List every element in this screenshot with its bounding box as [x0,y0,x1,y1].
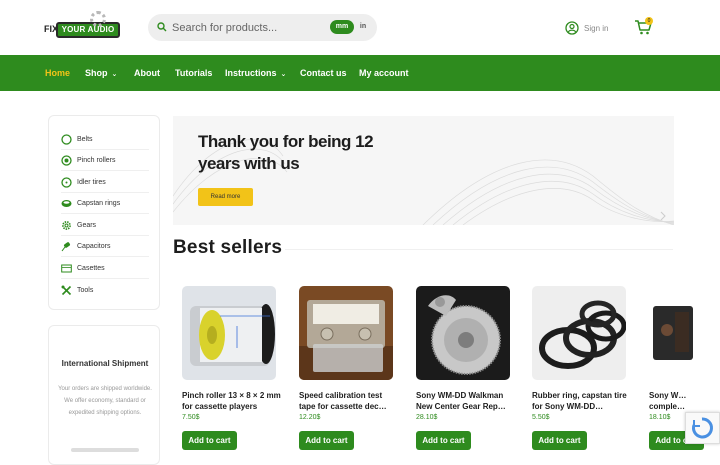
nav-about-label: About [134,68,160,78]
product-price: 12.20$ [299,414,321,421]
category-sidebar: Belts Pinch rollers Idler tires Capstan … [48,115,160,310]
site-header: FIX YOUR AUDIO mm in Sign in 0 [0,0,720,55]
nav-tutorials[interactable]: Tutorials [175,55,212,91]
shipping-info-card: International Shipment Your orders are s… [48,325,160,465]
nav-home[interactable]: Home [45,55,70,91]
nav-contact-label: Contact us [300,68,347,78]
signin-link[interactable]: Sign in [565,20,608,36]
next-card-title-placeholder [71,448,139,452]
category-label: Capstan rings [77,199,121,207]
category-capacitors[interactable]: Capacitors [61,236,149,257]
add-to-cart-button[interactable]: Add to cart [532,431,587,450]
nav-contact[interactable]: Contact us [300,55,347,91]
tools-icon [61,285,72,296]
tire-icon [61,176,72,188]
product-image[interactable] [416,286,510,380]
logo-brand-text: YOUR AUDIO [61,25,115,34]
heading-divider [285,249,673,250]
product-image[interactable] [182,286,276,380]
product-card[interactable]: Sony WM-DD Walkman New Center Gear Rep… … [416,286,510,450]
chevron-down-icon: ⌄ [280,71,287,78]
product-image[interactable] [532,286,626,380]
nav-instructions[interactable]: Instructions ⌄ [225,55,286,91]
gear-icon [62,220,71,230]
cart-count-badge: 0 [645,17,653,25]
product-card[interactable]: Speed calibration test tape for cassette… [299,286,393,450]
product-name[interactable]: Sony W… comple… [649,390,709,412]
search-input[interactable] [172,18,322,37]
unit-toggle-mm[interactable]: mm [330,20,354,34]
product-image[interactable] [299,286,393,380]
product-name[interactable]: Speed calibration test tape for cassette… [299,390,399,412]
product-name[interactable]: Rubber ring, capstan tire for Sony WM-DD… [532,390,632,412]
capacitor-icon [61,241,71,251]
banner-title: Thank you for being 12 years with us [198,132,374,173]
product-price: 7.50$ [182,414,200,421]
logo-gear-icon [90,11,106,27]
nav-tutorials-label: Tutorials [175,68,213,78]
nav-my-account[interactable]: My account [359,55,409,91]
category-capstan-rings[interactable]: Capstan rings [61,193,149,214]
product-card[interactable]: Rubber ring, capstan tire for Sony WM-DD… [532,286,627,450]
category-tools[interactable]: Tools [61,280,149,301]
user-icon [565,21,579,35]
category-label: Tools [77,287,94,294]
add-to-cart-button[interactable]: Add to cart [182,431,237,450]
product-name[interactable]: Sony WM-DD Walkman New Center Gear Rep… [416,390,516,412]
ring-icon [61,133,72,145]
cassette-icon [61,264,72,272]
read-more-button[interactable]: Read more [198,188,253,206]
recaptcha-icon [692,417,713,439]
add-to-cart-button[interactable]: Add to cart [299,431,354,450]
shipping-text: Your orders are shipped worldwide. We of… [58,386,152,416]
recaptcha-badge[interactable] [685,412,720,444]
best-sellers-heading: Best sellers [173,237,283,258]
shipping-title: International Shipment [61,359,149,368]
category-pinch-rollers[interactable]: Pinch rollers [61,150,149,171]
nav-shop[interactable]: Shop ⌄ [85,55,117,91]
logo-badge: YOUR AUDIO [56,22,120,38]
roller-icon [61,154,72,166]
category-label: Pinch rollers [77,156,116,164]
nav-instructions-label: Instructions [225,68,277,78]
product-name[interactable]: Pinch roller 13 × 8 × 2 mm for cassette … [182,390,282,412]
category-idler-tires[interactable]: Idler tires [61,172,149,193]
nav-shop-label: Shop [85,68,108,78]
category-label: Idler tires [77,178,106,186]
search-icon[interactable] [157,22,167,32]
product-price: 28.10$ [416,414,438,421]
product-price: 5.50$ [532,414,550,421]
site-logo[interactable]: FIX YOUR AUDIO [44,11,124,43]
category-gears[interactable]: Gears [61,215,149,236]
unit-toggle-in[interactable]: in [356,20,370,34]
capstan-ring-icon [61,199,72,207]
category-casettes[interactable]: Casettes [61,258,149,279]
product-card[interactable]: Pinch roller 13 × 8 × 2 mm for cassette … [182,286,281,450]
category-label: Capacitors [77,242,111,250]
category-belts[interactable]: Belts [61,129,149,150]
category-label: Belts [77,135,93,143]
product-price: 18.10$ [649,414,671,421]
category-label: Casettes [77,264,105,272]
add-to-cart-button[interactable]: Add to cart [416,431,471,450]
chevron-down-icon: ⌄ [111,71,118,78]
hero-banner: Thank you for being 12 years with us Rea… [173,116,674,225]
nav-home-label: Home [45,68,71,78]
nav-my-account-label: My account [359,68,409,78]
product-image[interactable] [649,286,720,380]
signin-label: Sign in [584,23,609,33]
nav-about[interactable]: About [134,55,160,91]
main-nav: Home Shop ⌄ About Tutorials Instructions ⌄… [0,55,720,91]
category-label: Gears [77,221,97,229]
